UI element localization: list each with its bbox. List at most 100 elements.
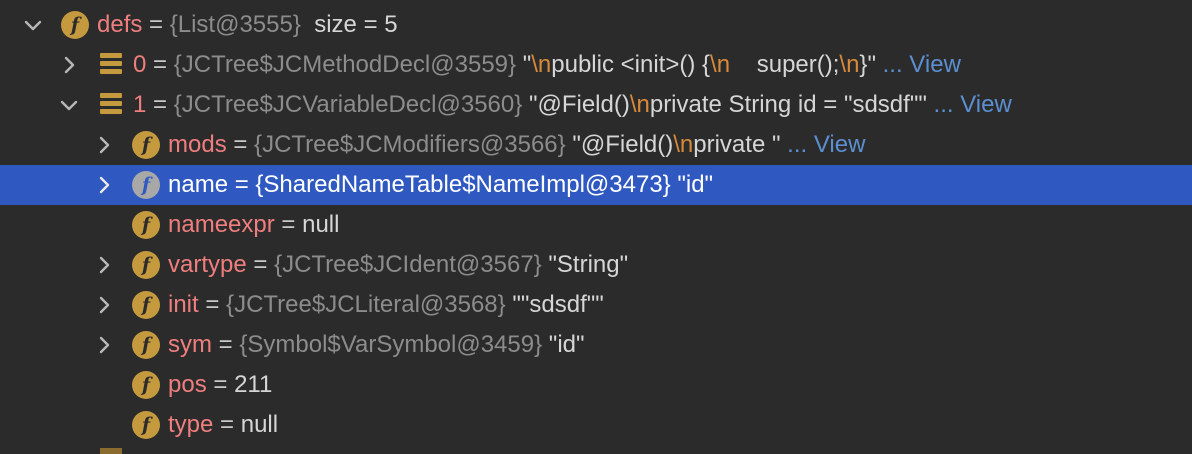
array-element-icon (100, 93, 122, 117)
variable-text: 1 = {JCTree$JCVariableDecl@3560} "@Field… (133, 85, 1012, 125)
field-icon: f (132, 131, 160, 159)
variable-name: name (168, 171, 229, 198)
field-icon: f (132, 171, 160, 199)
value-part: "@Field() (528, 91, 630, 118)
view-link[interactable]: ... View (927, 91, 1012, 118)
chevron-down-icon[interactable] (22, 14, 44, 36)
value-part: public <init>() { (551, 51, 711, 78)
chevron-right-icon[interactable] (93, 134, 115, 156)
variable-name: mods (168, 131, 227, 158)
equals-sign: = (274, 211, 303, 238)
chevron-right-icon[interactable] (93, 254, 115, 276)
equals-sign: = (146, 91, 174, 118)
variable-name: pos (168, 371, 207, 398)
chevron-right-icon[interactable] (93, 294, 115, 316)
equals-sign: = (228, 171, 256, 198)
chevron-right-icon[interactable] (93, 334, 115, 356)
variable-text: type = null (168, 405, 278, 445)
field-icon: f (132, 251, 160, 279)
tree-row-init[interactable]: f init = {JCTree$JCLiteral@3568} ""sdsdf… (0, 285, 1192, 325)
equals-sign: = (212, 331, 240, 358)
variable-name: type (168, 411, 214, 438)
value-part: private " (693, 131, 781, 158)
equals-sign: = (142, 11, 170, 38)
equals-sign: = (198, 291, 227, 318)
variable-text: sym = {Symbol$VarSymbol@3459} "id" (168, 325, 585, 365)
separator (301, 11, 314, 38)
variable-text: vartype = {JCTree$JCIdent@3567} "String" (168, 245, 628, 285)
field-icon: f (132, 291, 160, 319)
variable-name: 0 (133, 51, 147, 78)
variable-name: nameexpr (168, 211, 275, 238)
object-ref: {Symbol$VarSymbol@3459} (239, 331, 543, 358)
variable-text: pos = 211 (168, 365, 272, 405)
field-icon: f (132, 331, 160, 359)
equals-sign: = (246, 251, 275, 278)
variable-value: size = 5 (314, 11, 398, 38)
tree-row-pos[interactable]: f pos = 211 (0, 365, 1192, 405)
object-ref: {JCTree$JCVariableDecl@3560} (173, 91, 523, 118)
escape-seq: \n (839, 51, 860, 78)
value-part: super(); (730, 51, 840, 78)
chevron-down-icon[interactable] (58, 94, 80, 116)
variable-text: defs = {List@3555} size = 5 (97, 5, 398, 45)
tree-row-nameexpr[interactable]: f nameexpr = null (0, 205, 1192, 245)
variable-name: defs (97, 11, 143, 38)
tree-row-type[interactable]: f type = null (0, 405, 1192, 445)
value-part: "@Field() (572, 131, 674, 158)
view-link[interactable]: ... View (780, 131, 865, 158)
variable-value: null (302, 211, 340, 238)
value-part: " (522, 51, 532, 78)
equals-sign: = (226, 131, 255, 158)
variable-value: "String" (548, 251, 629, 278)
object-ref: {JCTree$JCModifiers@3566} (254, 131, 566, 158)
variable-text: nameexpr = null (168, 205, 339, 245)
equals-sign: = (206, 371, 235, 398)
variable-text: name = {SharedNameTable$NameImpl@3473} "… (168, 165, 713, 205)
variable-text: mods = {JCTree$JCModifiers@3566} "@Field… (168, 125, 865, 165)
variable-name: 1 (133, 91, 147, 118)
object-ref: {JCTree$JCMethodDecl@3559} (173, 51, 517, 78)
field-icon: f (61, 11, 89, 39)
object-ref: {JCTree$JCLiteral@3568} (226, 291, 506, 318)
value-part: private String id = "sdsdf"" (649, 91, 927, 118)
field-icon: f (132, 371, 160, 399)
variable-value: ""sdsdf"" (512, 291, 604, 318)
escape-seq: \n (673, 131, 694, 158)
field-icon: f (132, 411, 160, 439)
variable-name: vartype (168, 251, 247, 278)
tree-row-1[interactable]: 1 = {JCTree$JCVariableDecl@3560} "@Field… (0, 85, 1192, 125)
variable-text: init = {JCTree$JCLiteral@3568} ""sdsdf"" (168, 285, 604, 325)
array-element-icon (100, 448, 122, 454)
variable-value: 211 (234, 371, 273, 398)
tree-row-defs[interactable]: f defs = {List@3555} size = 5 (0, 5, 1192, 45)
variable-text: 0 = {JCTree$JCMethodDecl@3559} "\npublic… (133, 45, 961, 85)
tree-row-sym[interactable]: f sym = {Symbol$VarSymbol@3459} "id" (0, 325, 1192, 365)
escape-seq: \n (710, 51, 731, 78)
tree-row-mods[interactable]: f mods = {JCTree$JCModifiers@3566} "@Fie… (0, 125, 1192, 165)
variable-name: sym (168, 331, 212, 358)
chevron-right-icon[interactable] (93, 174, 115, 196)
debugger-variables-tree: f defs = {List@3555} size = 5 0 = {JCTre… (0, 0, 1192, 454)
equals-sign: = (146, 51, 174, 78)
tree-row-vartype[interactable]: f vartype = {JCTree$JCIdent@3567} "Strin… (0, 245, 1192, 285)
field-icon: f (132, 211, 160, 239)
variable-value: null (240, 411, 279, 438)
tree-row-0[interactable]: 0 = {JCTree$JCMethodDecl@3559} "\npublic… (0, 45, 1192, 85)
value-part: }" (859, 51, 876, 78)
variable-name: init (168, 291, 199, 318)
variable-value: "id" (677, 171, 714, 198)
escape-seq: \n (629, 91, 650, 118)
view-link[interactable]: ... View (876, 51, 961, 78)
variable-value: "id" (548, 331, 585, 358)
equals-sign: = (213, 411, 241, 438)
object-ref: {JCTree$JCIdent@3567} (274, 251, 542, 278)
chevron-right-icon[interactable] (58, 54, 80, 76)
array-element-icon (100, 53, 122, 77)
escape-seq: \n (531, 51, 552, 78)
object-ref: {List@3555} (169, 11, 301, 38)
tree-row-name-selected[interactable]: f name = {SharedNameTable$NameImpl@3473}… (0, 165, 1192, 205)
